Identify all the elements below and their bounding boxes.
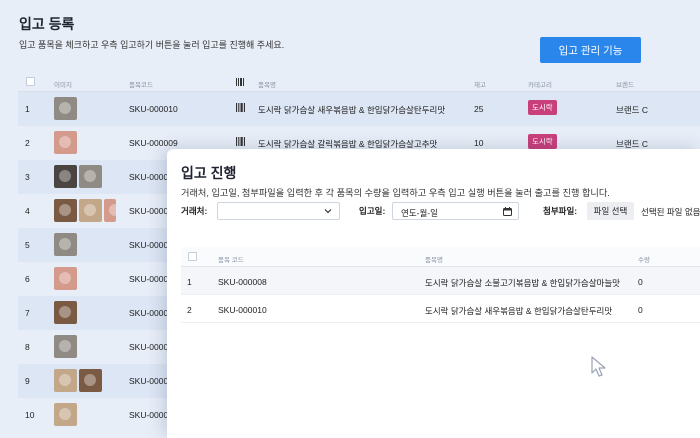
modal-column-code: 품목 코드	[218, 257, 244, 264]
calendar-icon	[503, 207, 512, 216]
product-thumbnails	[54, 233, 77, 256]
row-number: 2	[25, 138, 30, 148]
product-image	[54, 165, 77, 188]
product-image	[54, 335, 77, 358]
file-select-button[interactable]: 파일 선택	[587, 202, 634, 220]
modal-table-row[interactable]: 2 SKU-000010 도시락 닭가슴살 새우볶음밥 & 한입닭가슴살탄두리맛…	[181, 295, 700, 323]
modal-row-name: 도시락 닭가슴살 소불고기볶음밥 & 한입닭가슴살마늘맛	[425, 278, 620, 288]
row-number: 1	[25, 104, 30, 114]
row-number: 9	[25, 376, 30, 386]
vendor-label: 거래처:	[181, 206, 208, 216]
modal-title: 입고 진행	[181, 165, 237, 181]
row-sku: SKU-0000	[129, 376, 169, 386]
file-status-text: 선택된 파일 없음	[641, 207, 700, 217]
modal-row-name: 도시락 닭가슴살 새우볶음밥 & 한입닭가슴살탄두리맛	[425, 306, 613, 316]
modal-table-header: 품목 코드 품목명 수량	[181, 247, 700, 267]
product-thumbnails	[54, 369, 102, 392]
product-image	[54, 301, 77, 324]
receiving-modal: 입고 진행 거래처, 입고일, 첨부파일을 입력한 후 각 품목의 수량을 입력…	[167, 149, 700, 438]
row-product-name: 도시락 닭가슴살 새우볶음밥 & 한입닭가슴살탄두리맛	[258, 105, 446, 115]
chevron-down-icon	[324, 209, 332, 214]
row-number: 6	[25, 274, 30, 284]
date-label: 입고일:	[359, 206, 386, 216]
modal-column-qty: 수량	[638, 257, 650, 264]
product-thumbnails	[54, 199, 116, 222]
product-thumbnails	[54, 97, 77, 120]
barcode-icon	[236, 78, 244, 86]
barcode-icon	[236, 137, 245, 146]
modal-row-sku: SKU-000008	[218, 277, 267, 287]
row-sku: SKU-000009	[129, 138, 178, 148]
product-image	[54, 233, 77, 256]
row-brand: 브랜드 C	[616, 105, 648, 115]
column-code: 품목코드	[129, 82, 153, 89]
product-thumbnails	[54, 165, 102, 188]
product-image	[79, 369, 102, 392]
product-image	[79, 165, 102, 188]
modal-table-row[interactable]: 1 SKU-000008 도시락 닭가슴살 소불고기볶음밥 & 한입닭가슴살마늘…	[181, 267, 700, 295]
page-subtitle: 입고 품목을 체크하고 우측 입고하기 버튼을 눌러 입고를 진행해 주세요.	[19, 40, 285, 50]
row-sku: SKU-0000	[129, 410, 169, 420]
product-thumbnails	[54, 301, 77, 324]
date-value: 연도-월-일	[401, 208, 438, 218]
modal-row-sku: SKU-000010	[218, 305, 267, 315]
modal-row-number: 1	[187, 277, 192, 287]
date-input[interactable]: 연도-월-일	[392, 202, 519, 220]
row-sku: SKU-0000	[129, 342, 169, 352]
row-number: 5	[25, 240, 30, 250]
row-number: 7	[25, 308, 30, 318]
product-thumbnails	[54, 131, 77, 154]
modal-subtitle: 거래처, 입고일, 첨부파일을 입력한 후 각 품목의 수량을 입력하고 우측 …	[181, 188, 610, 198]
category-badge: 도시락	[528, 134, 557, 149]
column-category: 카테고리	[528, 82, 552, 89]
modal-row-number: 2	[187, 305, 192, 315]
product-thumbnails	[54, 403, 77, 426]
modal-column-name: 품목명	[425, 257, 443, 264]
product-image	[54, 369, 77, 392]
page-title: 입고 등록	[19, 16, 75, 32]
row-stock: 25	[474, 104, 484, 114]
row-sku: SKU-0000	[129, 308, 169, 318]
row-number: 3	[25, 172, 30, 182]
row-sku: SKU-0000	[129, 274, 169, 284]
row-number: 8	[25, 342, 30, 352]
mouse-cursor-icon	[591, 356, 606, 377]
row-sku: SKU-0000	[129, 172, 169, 182]
row-sku: SKU-000010	[129, 104, 178, 114]
table-row[interactable]: 1 SKU-000010 도시락 닭가슴살 새우볶음밥 & 한입닭가슴살탄두리맛…	[18, 92, 700, 126]
column-image: 이미지	[54, 82, 72, 89]
select-all-checkbox[interactable]	[26, 77, 35, 86]
product-thumbnails	[54, 335, 77, 358]
table-header: 이미지 품목코드 품목명 재고 카테고리 브랜드	[18, 72, 700, 92]
modal-items-table: 품목 코드 품목명 수량 1 SKU-000008 도시락 닭가슴살 소불고기볶…	[181, 247, 700, 323]
row-sku: SKU-0000	[129, 206, 169, 216]
row-number: 10	[25, 410, 35, 420]
product-image	[79, 199, 102, 222]
receiving-manage-button[interactable]: 입고 관리 기능	[540, 37, 641, 63]
row-stock: 10	[474, 138, 484, 148]
column-stock: 재고	[474, 82, 486, 89]
row-number: 4	[25, 206, 30, 216]
row-sku: SKU-0000	[129, 240, 169, 250]
modal-select-all-checkbox[interactable]	[188, 252, 197, 261]
modal-row-qty[interactable]: 0	[638, 305, 643, 315]
product-image	[54, 267, 77, 290]
column-name: 품목명	[258, 82, 276, 89]
modal-row-qty[interactable]: 0	[638, 277, 643, 287]
product-image	[54, 131, 77, 154]
product-thumbnails	[54, 267, 77, 290]
vendor-select[interactable]	[217, 202, 340, 220]
product-image	[54, 403, 77, 426]
barcode-icon	[236, 103, 245, 112]
product-image	[54, 199, 77, 222]
category-badge: 도시락	[528, 100, 557, 115]
file-label: 첨부파일:	[543, 206, 578, 216]
product-image	[104, 199, 116, 222]
product-image	[54, 97, 77, 120]
column-brand: 브랜드	[616, 82, 634, 89]
